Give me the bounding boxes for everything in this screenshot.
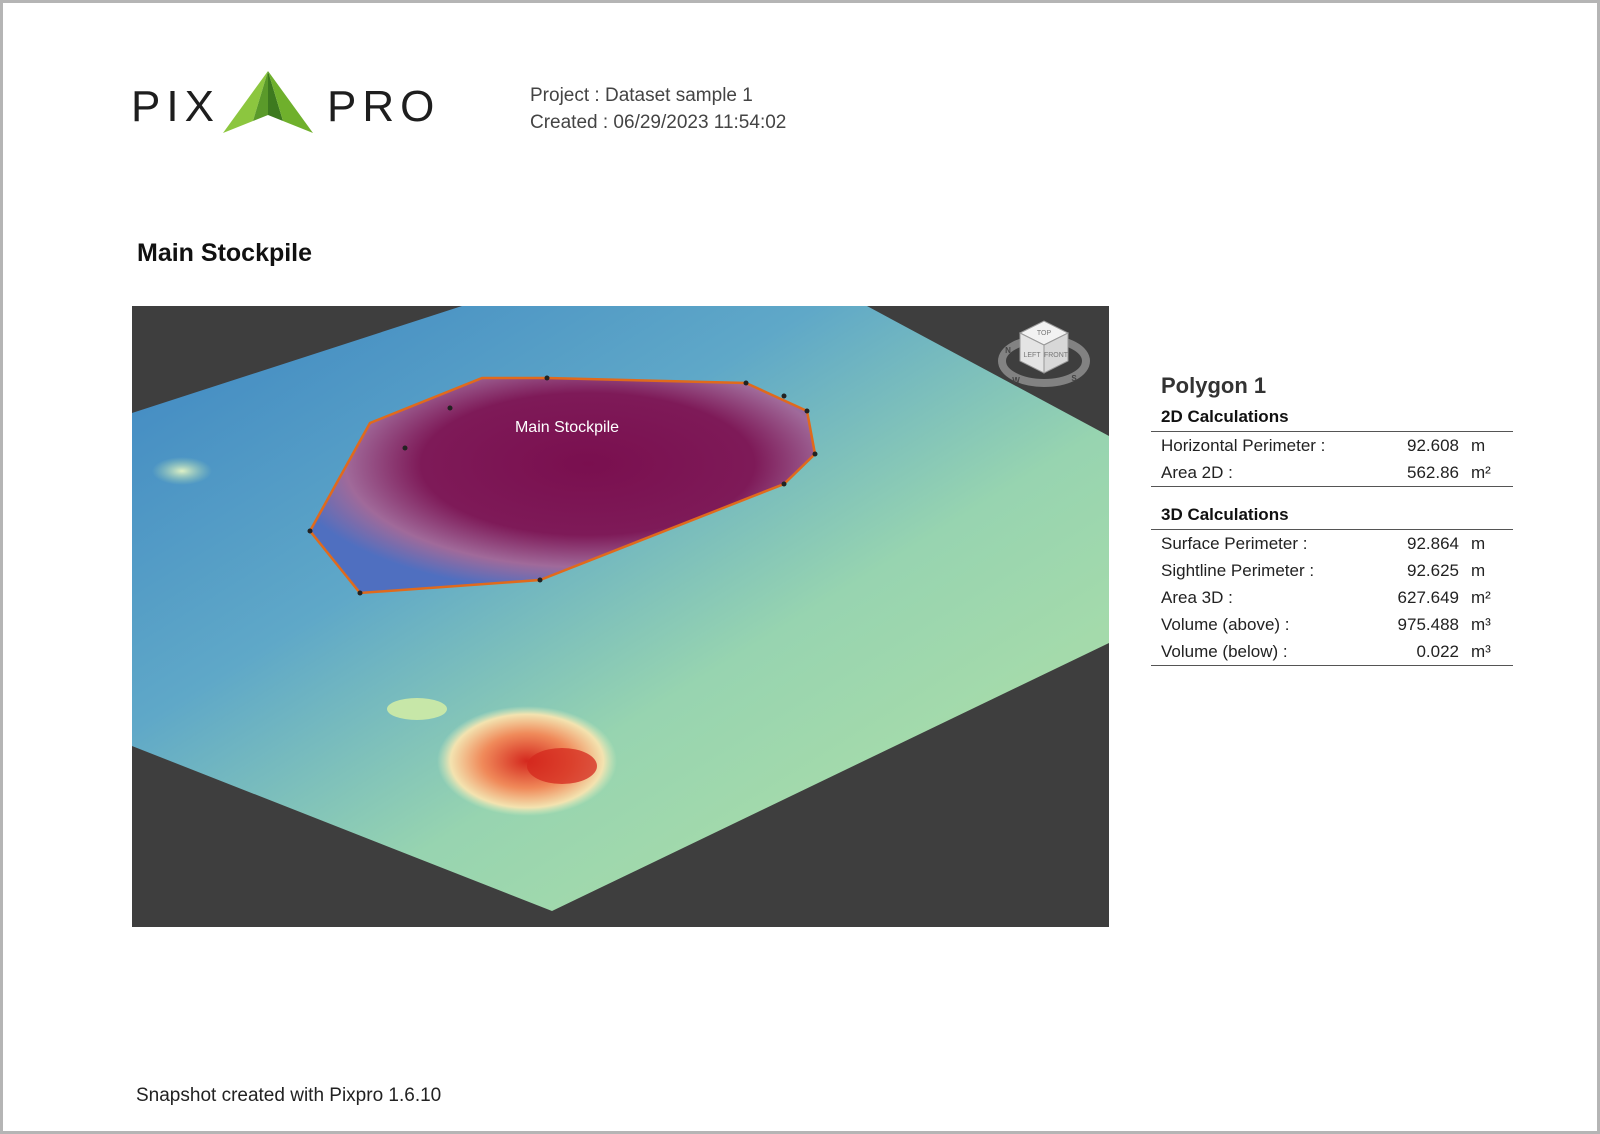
- calc-value: 627.649: [1397, 587, 1459, 607]
- nav-cube-left: LEFT: [1023, 352, 1041, 359]
- logo-text-pix: PIX: [131, 82, 220, 131]
- calc-label: Area 3D :: [1161, 587, 1233, 607]
- logo-mountain-icon: [223, 71, 313, 133]
- calc-label: Sightline Perimeter :: [1161, 560, 1315, 580]
- section-title: Main Stockpile: [137, 239, 313, 267]
- calc-unit: m: [1471, 560, 1486, 580]
- compass-n: N: [1005, 346, 1011, 355]
- terrain-3d-render: Main Stockpile TOP LEFT FRONT N W S: [132, 306, 1109, 911]
- terrain-3d-view[interactable]: Main Stockpile TOP LEFT FRONT N W S: [132, 306, 1109, 927]
- calc-label: Volume (below) :: [1161, 641, 1288, 661]
- compass-w: W: [1012, 376, 1020, 385]
- calc-label: Surface Perimeter :: [1161, 533, 1308, 553]
- measurement-panel: Polygon 1 2D Calculations Horizontal Per…: [1151, 373, 1513, 666]
- calc-row: Area 3D : 627.649 m²: [1151, 584, 1513, 611]
- calc-value: 0.022: [1416, 641, 1459, 661]
- calc-row: Area 2D : 562.86 m²: [1151, 459, 1513, 486]
- nav-cube-top: TOP: [1037, 330, 1052, 337]
- calc-row: Surface Perimeter : 92.864 m: [1151, 530, 1513, 557]
- calc-unit: m: [1471, 435, 1486, 455]
- calc-unit: m³: [1471, 614, 1491, 634]
- report-page: PIX PRO Project : Dataset sample 1 Creat…: [0, 0, 1600, 1134]
- calc-unit: m²: [1471, 587, 1491, 607]
- compass-s: S: [1071, 374, 1077, 383]
- calc-value: 92.608: [1407, 435, 1459, 455]
- calc-label: Area 2D :: [1161, 462, 1233, 482]
- terrain-mound: [152, 457, 212, 485]
- calc-unit: m: [1471, 533, 1486, 553]
- calc-value: 975.488: [1397, 614, 1459, 634]
- calc-unit: m³: [1471, 641, 1491, 661]
- calc-2d-table: Horizontal Perimeter : 92.608 m Area 2D …: [1151, 432, 1513, 487]
- calc-unit: m²: [1471, 462, 1491, 482]
- calc-row: Volume (above) : 975.488 m³: [1151, 611, 1513, 638]
- polygon-title: Polygon 1: [1161, 373, 1267, 398]
- project-line: Project : Dataset sample 1: [530, 85, 753, 106]
- created-line: Created : 06/29/2023 11:54:02: [530, 112, 787, 133]
- polygon-label: Main Stockpile: [515, 419, 619, 436]
- calc-value: 92.864: [1407, 533, 1459, 553]
- calc-row: Horizontal Perimeter : 92.608 m: [1151, 432, 1513, 459]
- navigation-cube-icon[interactable]: TOP LEFT FRONT N W S: [998, 320, 1090, 387]
- nav-cube-front: FRONT: [1044, 352, 1069, 359]
- footer-note: Snapshot created with Pixpro 1.6.10: [136, 1085, 442, 1106]
- calc-row: Volume (below) : 0.022 m³: [1151, 638, 1513, 665]
- terrain-mound: [387, 698, 447, 720]
- terrain-hotspot-core: [527, 748, 597, 784]
- calc-label: Horizontal Perimeter :: [1161, 435, 1326, 455]
- calc-row: Sightline Perimeter : 92.625 m: [1151, 557, 1513, 584]
- logo-text-pro: PRO: [327, 82, 441, 131]
- calc-value: 92.625: [1407, 560, 1459, 580]
- calc-3d-heading: 3D Calculations: [1151, 505, 1513, 530]
- calc-label: Volume (above) :: [1161, 614, 1290, 634]
- calc-3d-table: Surface Perimeter : 92.864 m Sightline P…: [1151, 530, 1513, 666]
- report-meta: Project : Dataset sample 1 Created : 06/…: [530, 82, 786, 136]
- calc-2d-heading: 2D Calculations: [1151, 407, 1513, 432]
- pixpro-logo: PIX PRO: [131, 71, 434, 141]
- calc-value: 562.86: [1407, 462, 1459, 482]
